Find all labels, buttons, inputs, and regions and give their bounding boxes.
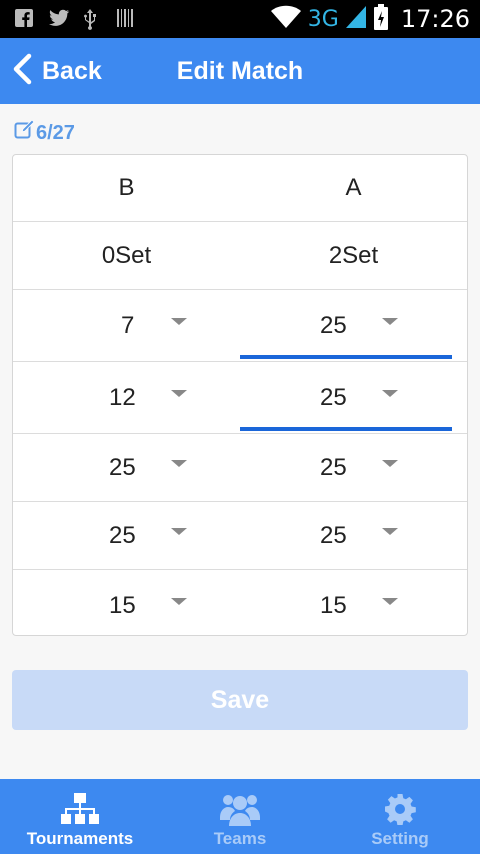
- clock: 17:26: [400, 5, 470, 33]
- app-header: Edit Match Back: [0, 38, 480, 104]
- team-right-name: A: [345, 174, 362, 201]
- network-type: 3G: [307, 6, 339, 32]
- score-right-cell: 25: [240, 434, 467, 501]
- back-button[interactable]: Back: [12, 38, 102, 104]
- score-left-select[interactable]: 25: [13, 434, 240, 501]
- set-score-row: 7 25: [13, 290, 467, 362]
- nav-setting[interactable]: Setting: [320, 779, 480, 854]
- dropdown-caret-icon: [171, 527, 187, 535]
- save-button[interactable]: Save: [12, 670, 468, 730]
- set-score-row: 15 15: [13, 570, 467, 635]
- match-date-text: 6/27: [36, 121, 75, 144]
- score-value: 25: [320, 311, 347, 339]
- score-left-cell: 7: [13, 290, 240, 361]
- nav-label: Tournaments: [26, 829, 134, 848]
- score-right-select[interactable]: 15: [240, 570, 467, 635]
- dropdown-caret-icon: [382, 389, 398, 397]
- wifi-icon: [270, 4, 302, 35]
- battery-icon: [373, 3, 389, 36]
- dropdown-caret-icon: [171, 459, 187, 467]
- score-value: 12: [109, 383, 136, 411]
- score-left-cell: 15: [13, 570, 240, 635]
- sets-row: 0Set 2Set: [13, 222, 467, 290]
- nav-tournaments[interactable]: Tournaments: [0, 779, 160, 854]
- back-label: Back: [42, 56, 102, 85]
- score-left-select[interactable]: 12: [13, 362, 240, 433]
- set-score-row: 12 25: [13, 362, 467, 434]
- score-right-cell: 15: [240, 570, 467, 635]
- bottom-nav: Tournaments Teams Setting: [0, 779, 480, 854]
- team-left-name: B: [118, 174, 135, 201]
- score-card: B A 0Set 2Set 7 25 12 25 25 25 25 25 15 …: [12, 154, 468, 636]
- gear-icon: [384, 791, 416, 827]
- score-left-select[interactable]: 7: [13, 290, 240, 361]
- score-right-cell: 25: [240, 502, 467, 569]
- dropdown-caret-icon: [171, 389, 187, 397]
- focus-underline: [240, 427, 452, 431]
- set-score-row: 25 25: [13, 502, 467, 570]
- score-right-cell: 25: [240, 362, 467, 433]
- tournament-tree-icon: [60, 791, 100, 827]
- signal-icon: [345, 4, 367, 35]
- teams-icon: [219, 791, 261, 827]
- status-bar: 3G 17:26: [0, 0, 480, 38]
- teams-row: B A: [13, 155, 467, 222]
- score-left-cell: 12: [13, 362, 240, 433]
- score-value: 15: [320, 592, 347, 619]
- match-date[interactable]: 6/27: [14, 119, 75, 146]
- set-score-row: 25 25: [13, 434, 467, 502]
- focus-underline: [240, 355, 452, 359]
- score-right-select[interactable]: 25: [240, 362, 467, 433]
- dropdown-caret-icon: [171, 317, 187, 325]
- dropdown-caret-icon: [382, 598, 398, 605]
- nav-label: Setting: [371, 829, 429, 848]
- score-right-select[interactable]: 25: [240, 290, 467, 361]
- score-left-select[interactable]: 15: [13, 570, 240, 635]
- score-value: 25: [320, 453, 347, 481]
- chevron-left-icon: [12, 53, 32, 90]
- score-left-select[interactable]: 25: [13, 502, 240, 569]
- sets-left: 0Set: [101, 241, 152, 269]
- twitter-icon: [48, 8, 70, 28]
- dropdown-caret-icon: [171, 598, 187, 605]
- barcode-icon: [116, 8, 136, 28]
- score-left-cell: 25: [13, 434, 240, 501]
- nav-teams[interactable]: Teams: [160, 779, 320, 854]
- usb-icon: [82, 8, 102, 30]
- score-value: 25: [320, 383, 347, 411]
- score-right-select[interactable]: 25: [240, 434, 467, 501]
- sets-right: 2Set: [328, 241, 379, 269]
- score-right-select[interactable]: 25: [240, 502, 467, 569]
- nav-label: Teams: [213, 829, 267, 848]
- facebook-icon: [14, 8, 34, 28]
- dropdown-caret-icon: [382, 317, 398, 325]
- score-value: 25: [109, 521, 136, 549]
- score-value: 25: [109, 453, 136, 481]
- score-right-cell: 25: [240, 290, 467, 361]
- score-value: 15: [109, 592, 136, 619]
- dropdown-caret-icon: [382, 527, 398, 535]
- score-value: 25: [320, 521, 347, 549]
- score-left-cell: 25: [13, 502, 240, 569]
- edit-icon: [14, 119, 36, 146]
- dropdown-caret-icon: [382, 459, 398, 467]
- score-value: 7: [121, 311, 135, 339]
